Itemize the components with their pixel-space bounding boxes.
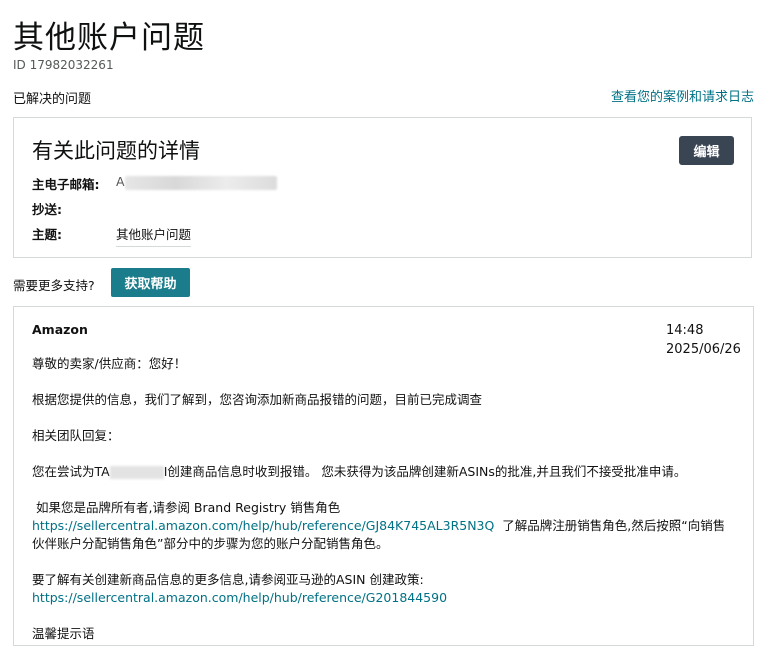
issue-details-panel: 有关此问题的详情 编辑 主电子邮箱: A 抄送: 主题: 其他账户问题 [13,117,752,258]
message-paragraph: 要了解有关创建新商品信息的更多信息,请参阅亚马逊的ASIN 创建政策: [32,572,424,587]
redacted-email [124,175,277,190]
cc-row: 抄送: [32,199,116,218]
message-paragraph: 您在尝试为TA I创建商品信息时收到报错。 您未获得为该品牌创建新ASINs的批准… [32,463,732,481]
message-paragraph: 相关团队回复： [32,428,120,443]
case-id: ID 17982032261 [13,58,114,72]
message-paragraph: https://sellercentral.amazon.com/help/hu… [32,589,732,607]
case-status: 已解决的问题 [13,92,92,107]
get-help-button[interactable]: 获取帮助 [111,268,190,297]
asin-policy-link[interactable]: https://sellercentral.amazon.com/help/hu… [32,590,447,605]
details-heading: 有关此问题的详情 [32,139,200,163]
message-panel: Amazon 14:48 2025/06/26 尊敬的卖家/供应商：您好！ 根据… [13,306,754,646]
message-paragraph: 根据您提供的信息，我们了解到，您咨询添加新商品报错的问题，目前已完成调查 [32,392,483,407]
brand-registry-link[interactable]: https://sellercentral.amazon.com/help/hu… [32,518,494,533]
email-value-prefix: A [116,174,125,189]
message-greeting: 尊敬的卖家/供应商：您好！ [32,356,187,371]
need-help-prompt: 需要更多支持? [13,278,95,293]
message-text: I创建商品信息时收到报错。 您未获得为该品牌创建新ASINs的批准,并且我们不接… [163,464,687,479]
message-time: 14:48 [666,323,704,338]
page-title: 其他账户问题 [13,20,205,56]
message-text: 如果您是品牌所有者,请参阅 Brand Registry 销售角色 [32,500,341,515]
subject-value: 其他账户问题 [116,224,192,247]
message-paragraph: 如果您是品牌所有者,请参阅 Brand Registry 销售角色 https:/… [32,499,732,553]
message-sender: Amazon [32,322,88,337]
message-body: 尊敬的卖家/供应商：您好！ 根据您提供的信息，我们了解到，您咨询添加新商品报错的… [32,355,732,643]
cc-label: 抄送: [32,202,62,217]
email-label: 主电子邮箱: [32,177,100,192]
edit-button[interactable]: 编辑 [679,136,734,165]
subject-label: 主题: [32,227,62,242]
view-case-log-link[interactable]: 查看您的案例和请求日志 [611,86,754,105]
redacted-brand [109,466,164,479]
subject-row: 主题: 其他账户问题 [32,224,192,247]
email-value: A [116,174,277,193]
email-row: 主电子邮箱: A [32,174,277,193]
message-paragraph: 温馨提示语 [32,626,95,641]
message-timestamp: 14:48 2025/06/26 [666,321,741,359]
message-text: 您在尝试为TA [32,464,110,479]
